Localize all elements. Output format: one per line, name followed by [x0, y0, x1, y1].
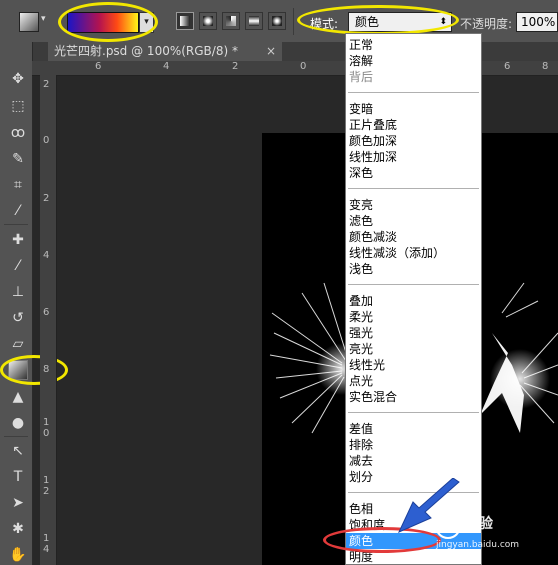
- menu-divider: [348, 412, 479, 413]
- menu-divider: [348, 188, 479, 189]
- chevron-down-icon[interactable]: ▾: [41, 14, 46, 24]
- blend-mode-option[interactable]: 差值: [349, 421, 373, 437]
- diamond-gradient-icon: [272, 16, 282, 26]
- divider: [4, 436, 28, 437]
- blend-mode-option: 背后: [349, 70, 374, 84]
- blend-mode-option[interactable]: 正常: [349, 37, 373, 53]
- watermark-text: 经验: [465, 516, 493, 532]
- blend-mode-option[interactable]: 实色混合: [349, 389, 397, 405]
- blend-mode-option[interactable]: 深色: [349, 165, 373, 181]
- close-icon[interactable]: ×: [266, 42, 276, 61]
- blend-mode-option[interactable]: 溶解: [349, 53, 373, 69]
- blend-mode-option[interactable]: 变亮: [349, 197, 373, 213]
- highlight-circle: [0, 355, 68, 385]
- ruler-label: 8: [43, 364, 50, 375]
- ruler-label: 4: [163, 61, 170, 72]
- opacity-field[interactable]: 100%: [516, 12, 558, 32]
- angle-gradient-icon: [226, 16, 236, 26]
- radial-gradient-button[interactable]: [199, 12, 217, 30]
- ruler-label: 1 0: [43, 417, 50, 439]
- angle-gradient-button[interactable]: [222, 12, 240, 30]
- linear-gradient-icon: [180, 16, 190, 26]
- blend-mode-option[interactable]: 柔光: [349, 309, 373, 325]
- reflected-gradient-icon: [249, 16, 259, 26]
- eyedropper-icon[interactable]: ⁄: [9, 202, 27, 220]
- pen-icon[interactable]: ↖: [9, 442, 27, 460]
- eraser-icon[interactable]: ▱: [9, 335, 27, 353]
- tools-panel: ✥ ⬚ ꝏ ✎ ⌗ ⁄ ✚ ⁄ ⊥ ↺ ▱ ▲ ● ↖ T ➤ ✱ ✋: [0, 42, 33, 565]
- ruler-label: 1 4: [43, 533, 50, 555]
- blend-mode-option[interactable]: 变暗: [349, 101, 373, 117]
- ruler-label: 8: [542, 61, 549, 72]
- divider: [4, 224, 28, 225]
- ruler-label: 4: [43, 250, 50, 261]
- blend-mode-option[interactable]: 颜色加深: [349, 133, 397, 149]
- reflected-gradient-button[interactable]: [245, 12, 263, 30]
- brush-icon[interactable]: ⁄: [9, 257, 27, 275]
- menu-divider: [348, 92, 479, 93]
- blend-mode-option[interactable]: 亮光: [349, 341, 373, 357]
- blend-mode-option[interactable]: 正片叠底: [349, 117, 397, 133]
- ruler-label: 2: [232, 61, 239, 72]
- blend-mode-option[interactable]: 线性加深: [349, 149, 397, 165]
- highlight-circle: [58, 2, 158, 42]
- blend-mode-option[interactable]: 滤色: [349, 213, 373, 229]
- ruler-label: 6: [504, 61, 511, 72]
- radial-gradient-icon: [203, 16, 213, 26]
- ruler-label: 0: [300, 61, 307, 72]
- blend-mode-option[interactable]: 叠加: [349, 293, 373, 309]
- watermark-url: jingyan.baidu.com: [436, 540, 520, 550]
- blur-icon[interactable]: ▲: [9, 388, 27, 406]
- shape-icon[interactable]: ✱: [9, 520, 27, 538]
- document-tab-title: 光芒四射.psd @ 100%(RGB/8) *: [54, 44, 238, 58]
- document-tab[interactable]: 光芒四射.psd @ 100%(RGB/8) * ×: [48, 42, 282, 61]
- healing-icon[interactable]: ✚: [9, 231, 27, 249]
- gradient-tool-preset-icon[interactable]: [19, 12, 39, 32]
- ruler-label: 2: [43, 79, 50, 90]
- diamond-gradient-button[interactable]: [268, 12, 286, 30]
- blend-mode-option[interactable]: 排除: [349, 437, 373, 453]
- opacity-label: 不透明度:: [460, 17, 513, 31]
- ruler-label: 1 2: [43, 475, 50, 497]
- hand-icon[interactable]: ✋: [9, 546, 27, 564]
- vertical-ruler: 2 0 2 4 6 8 1 0 1 2 1 4: [40, 75, 57, 565]
- blend-mode-option[interactable]: 颜色减淡: [349, 229, 397, 245]
- blend-mode-option[interactable]: 强光: [349, 325, 373, 341]
- history-brush-icon[interactable]: ↺: [9, 309, 27, 327]
- linear-gradient-button[interactable]: [176, 12, 194, 30]
- lasso-icon[interactable]: ꝏ: [9, 124, 27, 142]
- blend-mode-option[interactable]: 浅色: [349, 261, 373, 277]
- baidu-logo-icon: [435, 513, 461, 539]
- quick-select-icon[interactable]: ✎: [9, 150, 27, 168]
- dodge-icon[interactable]: ●: [9, 414, 27, 432]
- crop-icon[interactable]: ⌗: [9, 176, 27, 194]
- blend-mode-option[interactable]: 点光: [349, 373, 373, 389]
- type-icon[interactable]: T: [9, 468, 27, 486]
- menu-divider: [348, 284, 479, 285]
- ruler-label: 2: [43, 193, 50, 204]
- move-icon[interactable]: ✥: [9, 70, 27, 88]
- stamp-icon[interactable]: ⊥: [9, 283, 27, 301]
- ruler-label: 0: [43, 135, 50, 146]
- blend-mode-option[interactable]: 划分: [349, 469, 373, 485]
- highlight-circle: [297, 5, 459, 35]
- blend-mode-option[interactable]: 减去: [349, 453, 373, 469]
- marquee-icon[interactable]: ⬚: [9, 97, 27, 115]
- blend-mode-option[interactable]: 色相: [349, 501, 373, 517]
- ruler-label: 6: [43, 307, 50, 318]
- ruler-label: 6: [95, 61, 102, 72]
- path-select-icon[interactable]: ➤: [9, 494, 27, 512]
- blend-mode-option[interactable]: 线性减淡（添加）: [349, 245, 445, 261]
- blend-mode-option[interactable]: 线性光: [349, 357, 385, 373]
- divider: [293, 8, 294, 35]
